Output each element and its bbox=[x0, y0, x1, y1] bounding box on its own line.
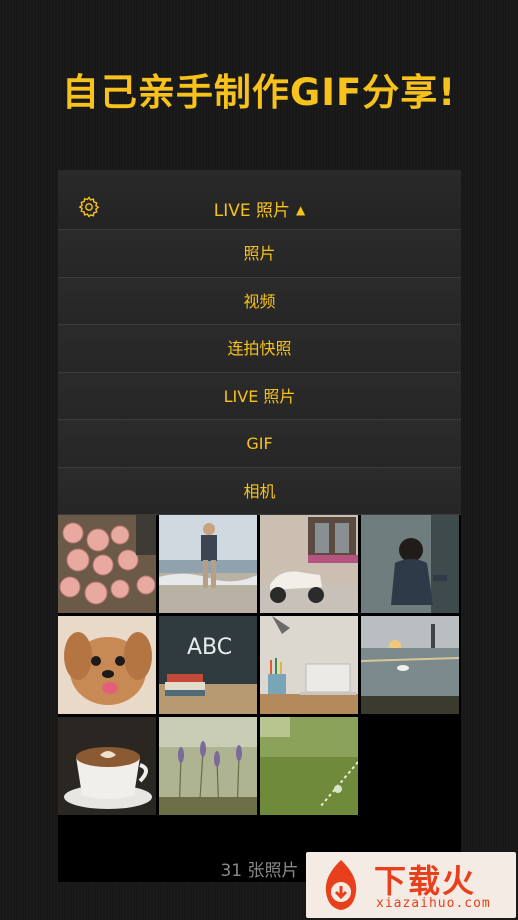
menu-item-videos[interactable]: 视频 bbox=[58, 277, 461, 325]
flame-logo-icon bbox=[325, 860, 357, 910]
watermark-url: xiazaihuo.com bbox=[376, 896, 491, 911]
thumbnail-coffee[interactable] bbox=[58, 717, 156, 815]
thumbnail-beach-child[interactable] bbox=[159, 515, 257, 613]
source-menu: 照片 视频 连拍快照 LIVE 照片 GIF 相机 bbox=[58, 230, 461, 515]
beach-child-photo bbox=[159, 515, 257, 613]
grass-sprinkler-photo bbox=[260, 717, 358, 815]
thumbnail-desk[interactable] bbox=[260, 616, 358, 714]
menu-item-live-photos[interactable]: LIVE 照片 bbox=[58, 372, 461, 420]
thumbnail-chalkboard[interactable]: ABC bbox=[159, 616, 257, 714]
chalkboard-text: ABC bbox=[187, 635, 232, 660]
menu-item-photos[interactable]: 照片 bbox=[58, 230, 461, 278]
thumbnail-lake[interactable] bbox=[361, 616, 459, 714]
menu-item-camera[interactable]: 相机 bbox=[58, 467, 461, 515]
menu-item-gif[interactable]: GIF bbox=[58, 420, 461, 468]
lavender-photo bbox=[159, 717, 257, 815]
lake-swans-photo bbox=[361, 616, 459, 714]
thumbnail-dog[interactable] bbox=[58, 616, 156, 714]
headline: 自己亲手制作GIF分享! bbox=[61, 71, 457, 114]
top-bar: LIVE 照片 ▲ bbox=[58, 170, 461, 230]
chalkboard-abc-photo: ABC bbox=[159, 616, 257, 714]
desk-laptop-photo bbox=[260, 616, 358, 714]
menu-item-bursts[interactable]: 连拍快照 bbox=[58, 325, 461, 373]
app-screen: LIVE 照片 ▲ 照片 视频 连拍快照 LIVE 照片 GIF 相机 ABC … bbox=[58, 170, 461, 882]
thumbnail-roses[interactable] bbox=[58, 515, 156, 613]
album-selector-label: LIVE 照片 bbox=[213, 201, 291, 221]
coffee-photo bbox=[58, 717, 156, 815]
caret-up-icon: ▲ bbox=[296, 203, 306, 217]
thumbnail-boy[interactable] bbox=[361, 515, 459, 613]
thumbnail-lavender[interactable] bbox=[159, 717, 257, 815]
thumbnail-scooter[interactable] bbox=[260, 515, 358, 613]
thumbnail-grass[interactable] bbox=[260, 717, 358, 815]
album-selector[interactable]: LIVE 照片 ▲ bbox=[58, 196, 461, 221]
watermark: 下载火 xiazaihuo.com bbox=[306, 852, 516, 918]
scooter-photo bbox=[260, 515, 358, 613]
roses-photo bbox=[58, 515, 156, 613]
dog-photo bbox=[58, 616, 156, 714]
boy-photo bbox=[361, 515, 459, 613]
